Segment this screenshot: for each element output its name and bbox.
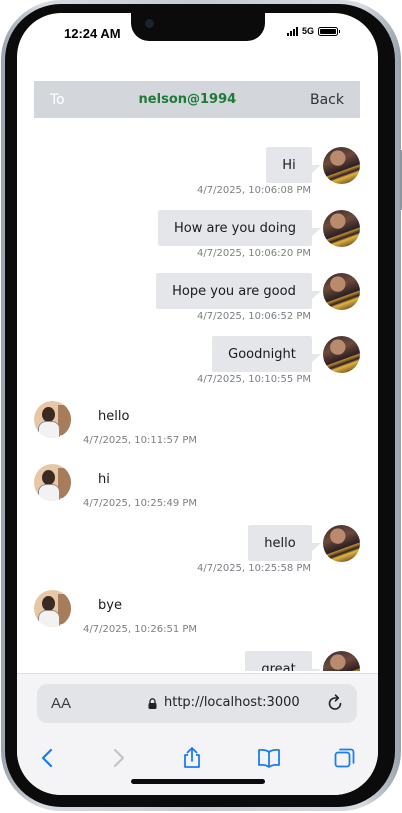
tabs-icon[interactable]	[333, 746, 357, 770]
message-row: hi 4/7/2025, 10:25:49 PM	[17, 452, 378, 515]
home-indicator	[131, 779, 265, 784]
message-row: hello 4/7/2025, 10:25:58 PM	[17, 515, 378, 578]
message-timestamp: 4/7/2025, 10:06:08 PM	[197, 185, 312, 196]
battery-icon	[318, 26, 341, 36]
avatar	[323, 273, 360, 310]
message-row: Goodnight 4/7/2025, 10:10:55 PM	[17, 326, 378, 389]
recipient-name: nelson@1994	[138, 92, 237, 107]
message-timestamp: 4/7/2025, 10:06:52 PM	[197, 311, 312, 322]
back-icon[interactable]	[36, 746, 60, 770]
avatar	[323, 651, 360, 671]
avatar	[34, 590, 71, 627]
message-text[interactable]: hi	[98, 472, 110, 487]
to-label: To	[50, 91, 65, 108]
bubble-tail	[312, 669, 321, 671]
message-timestamp: 4/7/2025, 10:11:57 PM	[83, 435, 198, 446]
bubble-tail	[312, 165, 321, 173]
message-timestamp: 4/7/2025, 10:25:49 PM	[83, 498, 198, 509]
screen: 12:24 AM 5G To nelson@1994 Back Hi 4/7/20…	[17, 13, 378, 795]
signal-icon	[287, 26, 298, 36]
share-icon[interactable]	[180, 746, 204, 770]
avatar	[34, 401, 71, 438]
message-bubble[interactable]: Hope you are good	[156, 273, 312, 309]
forward-icon[interactable]	[106, 746, 130, 770]
back-button[interactable]: Back	[310, 92, 344, 108]
message-row: Hi 4/7/2025, 10:06:08 PM	[17, 137, 378, 200]
message-row: bye 4/7/2025, 10:26:51 PM	[17, 578, 378, 641]
avatar	[323, 147, 360, 184]
bubble-tail	[312, 354, 321, 362]
message-text[interactable]: bye	[98, 598, 122, 613]
avatar	[34, 464, 71, 501]
reload-icon[interactable]	[326, 694, 344, 712]
phone-frame: 12:24 AM 5G To nelson@1994 Back Hi 4/7/20…	[0, 0, 402, 813]
camera	[145, 19, 154, 28]
message-bubble[interactable]: Goodnight	[212, 336, 312, 372]
text-size-button[interactable]: AA	[51, 695, 71, 712]
notch	[131, 13, 265, 41]
chat-header: To nelson@1994 Back	[34, 81, 360, 118]
message-timestamp: 4/7/2025, 10:10:55 PM	[197, 374, 312, 385]
message-row: great	[17, 641, 378, 671]
message-bubble[interactable]: great	[245, 651, 312, 671]
message-row: hello 4/7/2025, 10:11:57 PM	[17, 389, 378, 452]
status-time: 12:24 AM	[64, 26, 121, 41]
message-timestamp: 4/7/2025, 10:06:20 PM	[197, 248, 312, 259]
url-text[interactable]: http://localhost:3000	[164, 695, 300, 710]
avatar	[323, 336, 360, 373]
browser-toolbar: AA http://localhost:3000	[17, 673, 378, 795]
status-icons: 5G	[287, 26, 341, 36]
avatar	[323, 210, 360, 247]
bookmarks-icon[interactable]	[257, 746, 281, 770]
message-timestamp: 4/7/2025, 10:26:51 PM	[83, 624, 198, 635]
message-row: Hope you are good 4/7/2025, 10:06:52 PM	[17, 263, 378, 326]
message-text[interactable]: hello	[98, 409, 129, 424]
bubble-tail	[312, 228, 321, 236]
message-bubble[interactable]: hello	[248, 525, 312, 561]
message-bubble[interactable]: How are you doing	[158, 210, 312, 246]
message-row: How are you doing 4/7/2025, 10:06:20 PM	[17, 200, 378, 263]
bubble-tail	[312, 291, 321, 299]
message-bubble[interactable]: Hi	[266, 147, 312, 183]
lock-icon	[148, 698, 157, 709]
address-bar[interactable]: AA http://localhost:3000	[37, 684, 357, 723]
bubble-tail	[312, 543, 321, 551]
avatar	[323, 525, 360, 562]
message-list[interactable]: Hi 4/7/2025, 10:06:08 PM How are you doing…	[17, 123, 378, 671]
network-label: 5G	[302, 26, 315, 36]
message-timestamp: 4/7/2025, 10:25:58 PM	[197, 563, 312, 574]
